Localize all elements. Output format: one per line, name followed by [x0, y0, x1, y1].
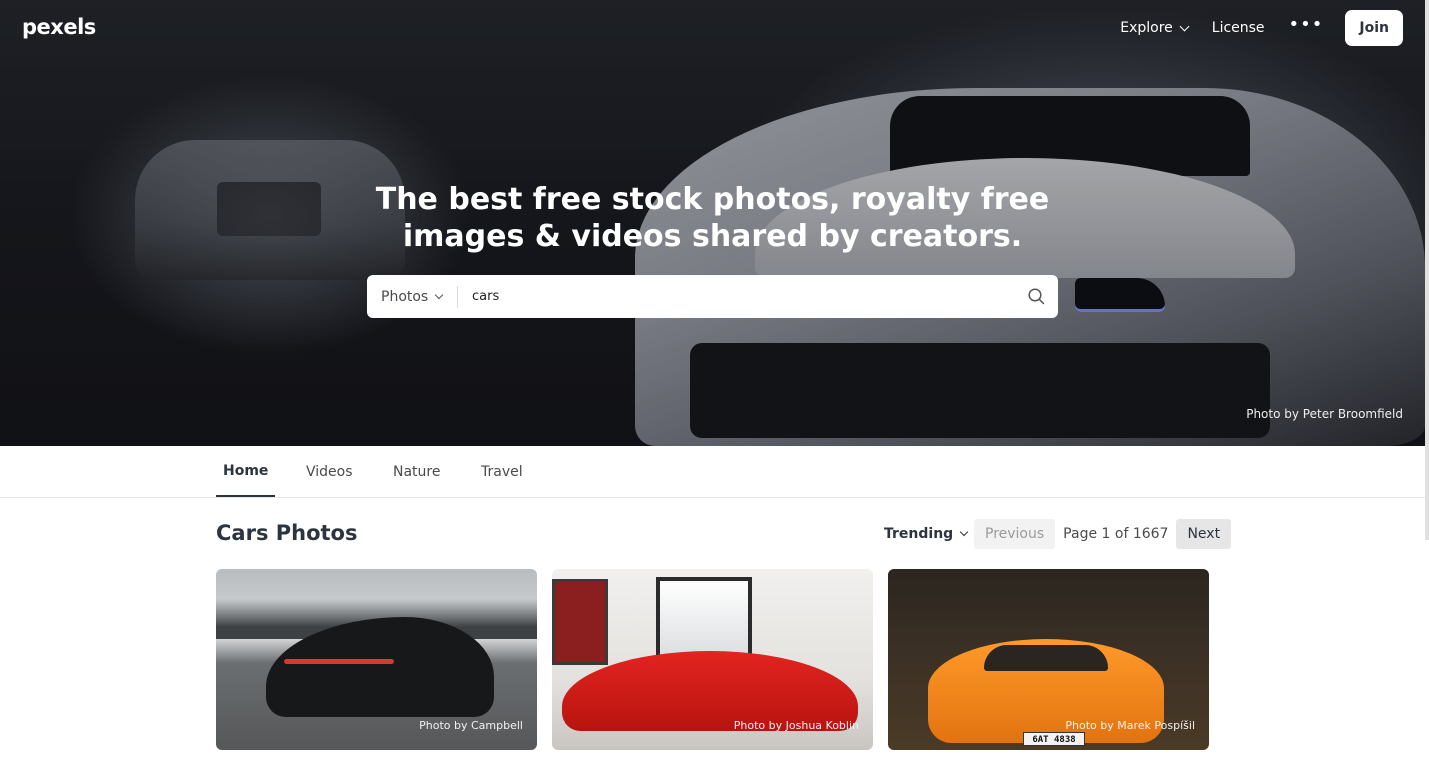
chevron-down-icon [434, 290, 444, 299]
pagination: Previous Page 1 of 1667 Next [974, 519, 1232, 549]
photo-credit[interactable]: Photo by Joshua Koblin [734, 719, 859, 732]
photo-card[interactable]: Photo by Joshua Koblin [552, 569, 873, 750]
previous-button[interactable]: Previous [974, 519, 1056, 549]
hero-photo-credit[interactable]: Photo by Peter Broomfield [1246, 407, 1403, 421]
hero-headline-line1: The best free stock photos, royalty free [375, 182, 1050, 217]
sort-dropdown[interactable]: Trending [884, 526, 969, 542]
search-icon[interactable] [1014, 288, 1058, 305]
chevron-down-icon [1179, 21, 1190, 31]
tab-videos[interactable]: Videos [306, 446, 353, 497]
section-title: Cars Photos [216, 521, 358, 545]
join-button[interactable]: Join [1345, 10, 1403, 46]
search-bar: Photos [367, 275, 1058, 318]
photo-card[interactable]: 6AT 4838 Photo by Marek Pospíšil [888, 569, 1209, 750]
sort-label: Trending [884, 526, 954, 542]
photo-card[interactable]: Photo by Campbell [216, 569, 537, 750]
nav-license-label: License [1211, 20, 1265, 36]
chevron-down-icon [959, 527, 969, 537]
page-scrollbar[interactable] [1425, 0, 1429, 540]
hero-headline: The best free stock photos, royalty free… [360, 181, 1065, 255]
next-button[interactable]: Next [1176, 519, 1232, 549]
nav-explore-label: Explore [1120, 20, 1173, 36]
search-type-label: Photos [381, 288, 429, 305]
page-indicator: Page 1 of 1667 [1063, 526, 1169, 542]
more-options-icon[interactable]: ••• [1289, 16, 1324, 34]
top-nav: Explore License ••• Join [1120, 10, 1403, 46]
tab-home[interactable]: Home [216, 446, 276, 497]
photo-credit[interactable]: Photo by Marek Pospíšil [1065, 719, 1195, 732]
search-type-dropdown[interactable]: Photos [367, 285, 458, 308]
photo-credit[interactable]: Photo by Campbell [419, 719, 523, 732]
tab-nature[interactable]: Nature [393, 446, 440, 497]
nav-explore[interactable]: Explore [1120, 20, 1190, 36]
tab-travel[interactable]: Travel [481, 446, 523, 497]
hero-headline-line2: images & videos shared by creators. [402, 219, 1023, 254]
nav-license[interactable]: License [1212, 20, 1265, 36]
pexels-logo[interactable]: pexels [22, 15, 96, 39]
search-input[interactable] [458, 281, 1014, 312]
category-tabs: Home Videos Nature Travel [0, 446, 1425, 498]
license-plate: 6AT 4838 [1023, 732, 1085, 746]
